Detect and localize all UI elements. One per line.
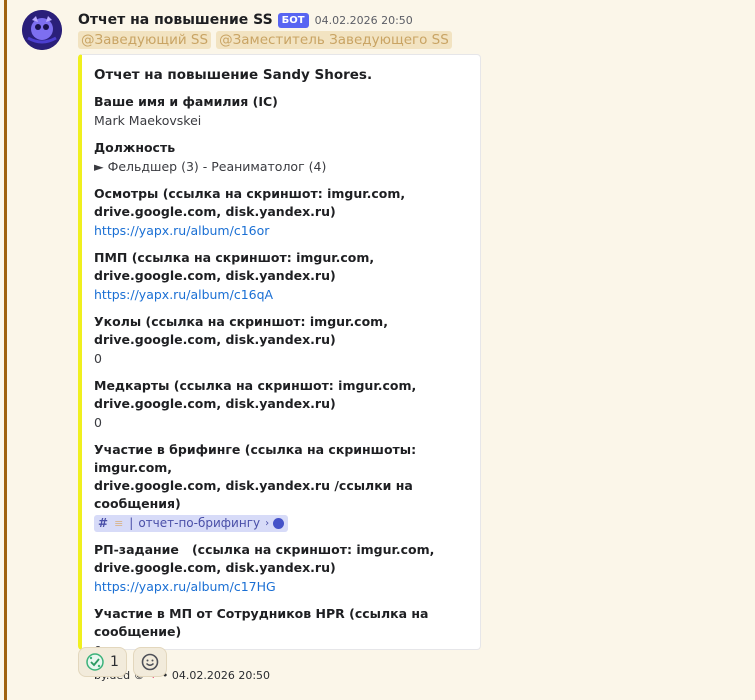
thread-indicator-bar	[4, 0, 7, 700]
embed-field: Участие в брифинге (ссылка на скриншоты:…	[94, 441, 466, 532]
document-icon: ≡	[114, 517, 124, 530]
channel-mention[interactable]: # ≡ | отчет-по-брифингу ›	[94, 515, 289, 532]
embed-field: ПМП (ссылка на скриншот: imgur.com, drive…	[94, 249, 466, 304]
field-name: Осмотры (ссылка на скриншот: imgur.com, d…	[94, 185, 466, 221]
embed-title: Отчет на повышение Sandy Shores.	[94, 67, 373, 83]
field-name: Медкарты (ссылка на скриншот: imgur.com,…	[94, 377, 466, 413]
embed-field: Ваше имя и фамилия (IC) Mark Maekovskei	[94, 93, 466, 130]
role-mention[interactable]: @Заведующий SS	[78, 31, 212, 49]
field-name-line: ПМП (ссылка на скриншот: imgur.com,	[94, 250, 375, 265]
field-name-line: drive.google.com, disk.yandex.ru /ссылки…	[94, 478, 413, 511]
field-name-line: РП-задание (ссылка на скриншот: imgur.co…	[94, 542, 435, 557]
footer-timestamp: • 04.02.2026 20:50	[161, 669, 271, 682]
add-reaction-button[interactable]	[132, 647, 167, 677]
message-header: Отчет на повышение SS БОТ 04.02.2026 20:…	[78, 10, 413, 30]
field-link[interactable]: https://yapx.ru/album/c17HG	[94, 579, 276, 594]
reaction-button[interactable]: 1	[78, 647, 127, 677]
field-name-line: Медкарты (ссылка на скриншот: imgur.com,	[94, 378, 417, 393]
field-name: Участие в МП от Сотрудников HPR (ссылка …	[94, 606, 429, 639]
add-reaction-icon	[141, 653, 159, 671]
field-name-line: drive.google.com, disk.yandex.ru)	[94, 268, 336, 283]
author-name[interactable]: Отчет на повышение SS	[78, 12, 273, 28]
field-name: Должность	[94, 140, 176, 155]
field-name: ПМП (ссылка на скриншот: imgur.com, drive…	[94, 249, 466, 285]
embed-field: Осмотры (ссылка на скриншот: imgur.com, d…	[94, 185, 466, 240]
field-name-line: drive.google.com, disk.yandex.ru)	[94, 332, 336, 347]
field-value: ► Фельдшер (3) - Реаниматолог (4)	[94, 159, 327, 174]
field-value: Mark Maekovskei	[94, 113, 202, 128]
field-link[interactable]: https://yapx.ru/album/c16or	[94, 223, 269, 238]
field-name-line: drive.google.com, disk.yandex.ru)	[94, 396, 336, 411]
reaction-count: 1	[110, 654, 119, 670]
embed-card: Отчет на повышение Sandy Shores. Ваше им…	[78, 54, 481, 682]
field-link[interactable]: https://yapx.ru/album/c16qA	[94, 287, 273, 302]
bot-tag: БОТ	[277, 12, 309, 28]
separator: |	[129, 516, 134, 530]
field-name: Ваше имя и фамилия (IC)	[94, 94, 278, 109]
mentions-line: @Заведующий SS @Заместитель Заведующего …	[78, 31, 452, 49]
field-name-line: Осмотры (ссылка на скриншот: imgur.com,	[94, 186, 406, 201]
hash-icon: #	[98, 516, 109, 530]
field-name-line: Участие в брифинге (ссылка на скриншоты:…	[94, 442, 417, 475]
channel-name: отчет-по-брифингу	[138, 516, 261, 530]
field-value: https://yapx.ru/album/c16or	[94, 221, 466, 240]
field-name: РП-задание (ссылка на скриншот: imgur.co…	[94, 541, 466, 577]
field-name: Участие в брифинге (ссылка на скриншоты:…	[94, 441, 466, 513]
field-name-line: Уколы (ссылка на скриншот: imgur.com,	[94, 314, 388, 329]
embed-field: Должность ► Фельдшер (3) - Реаниматолог …	[94, 139, 466, 176]
embed-field: РП-задание (ссылка на скриншот: imgur.co…	[94, 541, 466, 596]
field-value: # ≡ | отчет-по-брифингу ›	[94, 513, 466, 532]
field-value: 0	[94, 351, 102, 366]
chevron-right-icon: ›	[265, 518, 270, 529]
field-name-line: drive.google.com, disk.yandex.ru)	[94, 560, 336, 575]
avatar[interactable]	[22, 10, 62, 50]
field-name: Уколы (ссылка на скриншот: imgur.com, dri…	[94, 313, 466, 349]
embed-field: Уколы (ссылка на скриншот: imgur.com, dri…	[94, 313, 466, 368]
check-pattern-emoji-icon	[86, 653, 104, 671]
embed-field: Медкарты (ссылка на скриншот: imgur.com,…	[94, 377, 466, 432]
field-value: https://yapx.ru/album/c17HG	[94, 577, 466, 596]
field-value: 0	[94, 415, 102, 430]
role-mention[interactable]: @Заместитель Заведующего SS	[216, 31, 452, 49]
message-timestamp[interactable]: 04.02.2026 20:50	[315, 14, 413, 27]
field-value: https://yapx.ru/album/c16qA	[94, 285, 466, 304]
field-name-line: drive.google.com, disk.yandex.ru)	[94, 204, 336, 219]
reactions-bar: 1	[78, 647, 167, 677]
speech-bubble-icon	[273, 518, 285, 529]
